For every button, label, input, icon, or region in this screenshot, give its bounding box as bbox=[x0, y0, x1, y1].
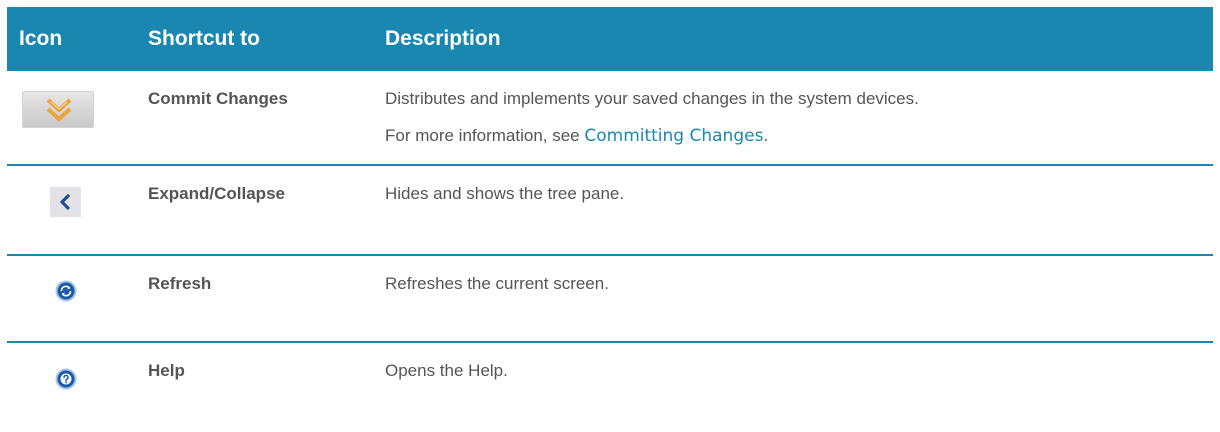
shortcut-name: Expand/Collapse bbox=[148, 184, 285, 203]
commit-icon-glyph bbox=[46, 98, 72, 121]
note-prefix: For more information, see bbox=[385, 126, 585, 145]
description-text: Refreshes the current screen. bbox=[385, 274, 609, 293]
header-description: Description bbox=[385, 27, 501, 50]
icon-cell bbox=[7, 256, 148, 341]
commit-icon[interactable] bbox=[22, 91, 94, 128]
shortcut-name: Help bbox=[148, 361, 185, 380]
icon-cell bbox=[7, 166, 148, 254]
icon-cell bbox=[7, 343, 148, 424]
description-text: Distributes and implements your saved ch… bbox=[385, 89, 919, 108]
icon-cell bbox=[7, 71, 148, 164]
header-shortcut: Shortcut to bbox=[148, 27, 260, 50]
chevron-left-icon bbox=[60, 194, 70, 210]
page: Icon Shortcut to Description Commit Chan… bbox=[0, 0, 1220, 432]
description-text: Opens the Help. bbox=[385, 361, 508, 380]
shortcuts-table: Icon Shortcut to Description Commit Chan… bbox=[7, 7, 1213, 424]
refresh-icon-glyph bbox=[55, 280, 77, 302]
refresh-icon[interactable] bbox=[55, 280, 77, 302]
collapse-icon[interactable] bbox=[50, 187, 81, 217]
table-row: Expand/Collapse Hides and shows the tree… bbox=[7, 166, 1213, 256]
header-icon: Icon bbox=[19, 27, 63, 50]
table-row: Commit Changes Distributes and implement… bbox=[7, 71, 1213, 166]
committing-changes-link[interactable]: Committing Changes bbox=[584, 126, 763, 146]
table-row: Help Opens the Help. bbox=[7, 343, 1213, 424]
table-header: Icon Shortcut to Description bbox=[7, 7, 1213, 71]
description-cell: Distributes and implements your saved ch… bbox=[385, 71, 1213, 164]
shortcut-name: Commit Changes bbox=[148, 89, 288, 108]
question-mark-icon bbox=[55, 368, 77, 390]
note-suffix: . bbox=[763, 126, 769, 145]
table-row: Refresh Refreshes the current screen. bbox=[7, 256, 1213, 343]
help-icon[interactable] bbox=[55, 368, 77, 390]
description-text: Hides and shows the tree pane. bbox=[385, 184, 625, 203]
more-info-note: For more information, see Committing Cha… bbox=[385, 126, 1213, 146]
shortcut-name: Refresh bbox=[148, 274, 212, 293]
